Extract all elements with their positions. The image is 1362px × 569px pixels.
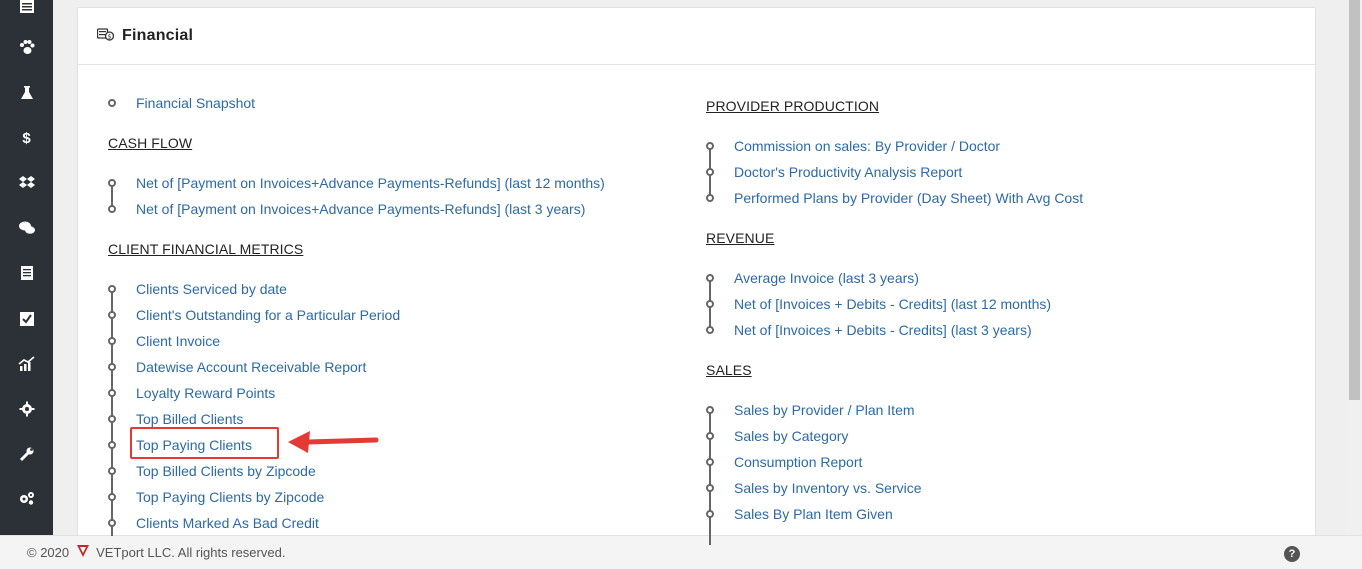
copyright-text: © 2020 xyxy=(27,545,70,560)
red-arrow-icon xyxy=(288,431,379,453)
datewise-account-receivable-link[interactable]: Datewise Account Receivable Report xyxy=(136,359,366,375)
sales-list: Sales by Provider / Plan Item Sales by C… xyxy=(706,397,922,545)
paw-icon[interactable] xyxy=(0,33,53,61)
client-financial-metrics-heading: CLIENT FINANCIAL METRICS xyxy=(108,241,304,257)
panel-header: $ Financial xyxy=(78,8,1315,65)
vetport-logo-icon xyxy=(76,544,90,561)
list-item: Net of [Payment on Invoices+Advance Paym… xyxy=(108,170,605,196)
sales-inventory-vs-service-link[interactable]: Sales by Inventory vs. Service xyxy=(734,480,922,496)
top-paying-clients-by-zipcode-link[interactable]: Top Paying Clients by Zipcode xyxy=(136,489,324,505)
top-paying-clients-link[interactable]: Top Paying Clients xyxy=(136,437,252,453)
top-billed-clients-link[interactable]: Top Billed Clients xyxy=(136,411,243,427)
client-invoice-link[interactable]: Client Invoice xyxy=(136,333,220,349)
footer: © 2020 VETport LLC. All rights reserved.… xyxy=(0,535,1362,569)
top-link-list: Financial Snapshot xyxy=(108,90,255,116)
list-item: Doctor's Productivity Analysis Report xyxy=(706,159,1083,185)
provider-production-list: Commission on sales: By Provider / Docto… xyxy=(706,133,1083,211)
cash-flow-link-3-years[interactable]: Net of [Payment on Invoices+Advance Paym… xyxy=(136,201,585,217)
consumption-report-link[interactable]: Consumption Report xyxy=(734,454,862,470)
svg-text:$: $ xyxy=(108,33,112,40)
bullet-icon xyxy=(108,99,116,107)
list-item: Client's Outstanding for a Particular Pe… xyxy=(108,302,400,328)
list-item: Net of [Invoices + Debits - Credits] (la… xyxy=(706,291,1051,317)
list-item: Sales By Plan Item Given xyxy=(706,501,922,527)
help-icon[interactable]: ? xyxy=(1284,546,1300,562)
loyalty-reward-points-link[interactable]: Loyalty Reward Points xyxy=(136,385,275,401)
cash-flow-heading: CASH FLOW xyxy=(108,135,193,151)
list-item: Financial Snapshot xyxy=(108,90,255,116)
list-item: Datewise Account Receivable Report xyxy=(108,354,400,380)
provider-production-heading: PROVIDER PRODUCTION xyxy=(706,98,880,114)
list-item: Clients Serviced by date xyxy=(108,276,400,302)
list-item: Client Invoice xyxy=(108,328,400,354)
money-icon: $ xyxy=(96,27,115,46)
ledger-icon[interactable] xyxy=(0,259,53,287)
wrench-icon[interactable] xyxy=(0,440,53,468)
panel-title: Financial xyxy=(122,27,194,44)
growth-chart-icon[interactable] xyxy=(0,350,53,378)
revenue-list: Average Invoice (last 3 years) Net of [I… xyxy=(706,265,1051,343)
clients-serviced-by-date-link[interactable]: Clients Serviced by date xyxy=(136,281,287,297)
company-text: VETport LLC. All rights reserved. xyxy=(96,545,286,560)
page-scrollbar[interactable] xyxy=(1347,0,1362,535)
list-item: Sales by Provider / Plan Item xyxy=(706,397,922,423)
checkbox-icon[interactable] xyxy=(0,305,53,333)
financial-snapshot-link[interactable]: Financial Snapshot xyxy=(136,95,255,111)
sales-heading: SALES xyxy=(706,362,752,378)
doctors-productivity-link[interactable]: Doctor's Productivity Analysis Report xyxy=(734,164,962,180)
sales-by-plan-item-given-link[interactable]: Sales By Plan Item Given xyxy=(734,506,893,522)
list-item: Consumption Report xyxy=(706,449,922,475)
revenue-heading: REVENUE xyxy=(706,230,775,246)
commission-on-sales-link[interactable]: Commission on sales: By Provider / Docto… xyxy=(734,138,1000,154)
cash-flow-link-12-months[interactable]: Net of [Payment on Invoices+Advance Paym… xyxy=(136,175,605,191)
cogs-icon[interactable] xyxy=(0,484,53,512)
financial-panel: $ Financial Financial Snapshot CASH FLOW… xyxy=(77,7,1316,547)
clients-outstanding-link[interactable]: Client's Outstanding for a Particular Pe… xyxy=(136,307,400,323)
list-item: Clients Marked As Bad Credit xyxy=(108,510,400,536)
list-item: Sales by Category xyxy=(706,423,922,449)
sales-by-category-link[interactable]: Sales by Category xyxy=(734,428,848,444)
list-item: Sales by Inventory vs. Service xyxy=(706,475,922,501)
scroll-thumb[interactable] xyxy=(1349,0,1360,400)
list-item: Top Billed Clients by Zipcode xyxy=(108,458,400,484)
revenue-3-years-link[interactable]: Net of [Invoices + Debits - Credits] (la… xyxy=(734,322,1032,338)
client-metrics-list: Clients Serviced by date Client's Outsta… xyxy=(108,276,400,536)
list-item: Commission on sales: By Provider / Docto… xyxy=(706,133,1083,159)
dollar-icon[interactable]: $ xyxy=(0,124,53,152)
sales-by-provider-link[interactable]: Sales by Provider / Plan Item xyxy=(734,402,915,418)
list-item: Net of [Invoices + Debits - Credits] (la… xyxy=(706,317,1051,343)
average-invoice-link[interactable]: Average Invoice (last 3 years) xyxy=(734,270,919,286)
gear-icon[interactable] xyxy=(0,395,53,423)
clients-marked-bad-credit-link[interactable]: Clients Marked As Bad Credit xyxy=(136,515,319,531)
dropbox-icon[interactable] xyxy=(0,169,53,197)
chat-icon[interactable] xyxy=(0,214,53,242)
list-item: Average Invoice (last 3 years) xyxy=(706,265,1051,291)
list-item: Performed Plans by Provider (Day Sheet) … xyxy=(706,185,1083,211)
list-item: Net of [Payment on Invoices+Advance Paym… xyxy=(108,196,605,222)
sidebar: $ xyxy=(0,0,53,535)
calendar-icon[interactable] xyxy=(0,0,53,20)
cash-flow-list: Net of [Payment on Invoices+Advance Paym… xyxy=(108,170,605,222)
revenue-12-months-link[interactable]: Net of [Invoices + Debits - Credits] (la… xyxy=(734,296,1051,312)
list-item: Loyalty Reward Points xyxy=(108,380,400,406)
performed-plans-link[interactable]: Performed Plans by Provider (Day Sheet) … xyxy=(734,190,1083,206)
top-billed-clients-by-zipcode-link[interactable]: Top Billed Clients by Zipcode xyxy=(136,463,316,479)
flask-icon[interactable] xyxy=(0,79,53,107)
list-item: Top Paying Clients by Zipcode xyxy=(108,484,400,510)
